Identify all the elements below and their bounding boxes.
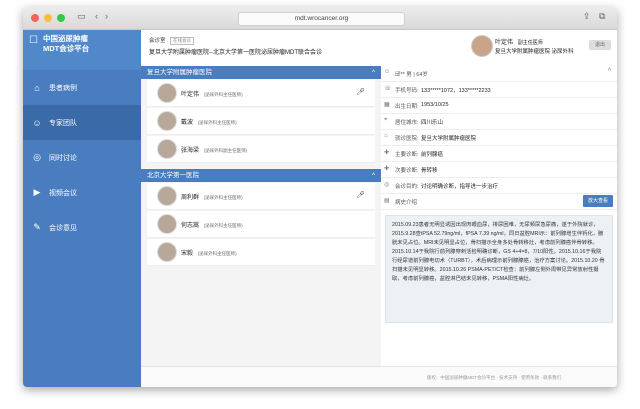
chevron-up-icon[interactable]: ^ — [608, 68, 611, 75]
doctor-hospital: 复旦大学附属肿瘤医院 泌尿外科 — [495, 49, 574, 55]
patient-summary-row[interactable]: ☺ 邱** 男 | 64岁 ^ — [381, 66, 617, 82]
doctor-title: 副主任医师 — [517, 40, 543, 46]
maximize-window-button[interactable] — [57, 14, 65, 22]
logo-icon: ☐ — [29, 35, 38, 46]
opinion-icon: ✎ — [33, 222, 41, 232]
member-title: (泌尿外科副主任医师) — [203, 148, 248, 153]
zoom-view-button[interactable]: 放大查看 — [583, 195, 613, 207]
member-name: 张海梁 (泌尿外科副主任医师) — [181, 148, 248, 154]
expert-team-icon: ☺ — [32, 117, 42, 128]
discussion-icon: ◎ — [33, 152, 41, 162]
avatar — [157, 111, 177, 131]
window-controls — [31, 14, 65, 22]
browser-titlebar: ▭ ‹ › mdt.wrocancer.org ⇪ ⧉ — [23, 7, 617, 30]
avatar — [157, 139, 177, 159]
member-title: (泌尿外科主任医师) — [203, 92, 243, 97]
document-icon: ▤ — [384, 198, 390, 204]
tabs-icon[interactable]: ⧉ — [599, 11, 605, 22]
detail-row: ◎ 会诊目的: 讨论明确诊断，指导进一步治疗 — [381, 178, 617, 194]
avatar — [471, 35, 493, 57]
member-name: 叶定伟 (泌尿外科主任医师) — [181, 92, 243, 98]
list-item[interactable]: 叶定伟 (泌尿外科主任医师) 🎤︎ — [147, 80, 375, 107]
detail-row: ⌖ 居住城市: 四川乐山 — [381, 114, 617, 130]
group-header[interactable]: 复旦大学附属肿瘤医院 ^ — [141, 66, 381, 79]
sidebar-item-label: 视频会议 — [49, 189, 77, 197]
detail-row: ⌂ 就诊医院: 复旦大学附属肿瘤医院 — [381, 130, 617, 146]
room-label: 会诊室 在线会诊 — [149, 36, 195, 45]
user-icon: ☺ — [384, 69, 391, 75]
list-item[interactable]: 宋毅 (泌尿外科主任医师) — [147, 239, 375, 266]
close-window-button[interactable] — [31, 14, 39, 22]
sidebar-item-label: 会诊意见 — [49, 224, 77, 232]
browser-window: ▭ ‹ › mdt.wrocancer.org ⇪ ⧉ ☐ 中国泌尿肿瘤 MDT… — [23, 7, 617, 387]
sidebar-item-label: 专家团队 — [49, 119, 77, 127]
sidebar-item-label: 同时讨论 — [49, 154, 77, 162]
room-tag: 在线会诊 — [170, 37, 195, 45]
video-icon: ▶ — [33, 187, 41, 197]
sidebar-item-discussion[interactable]: ◎ 同时讨论 — [23, 140, 141, 175]
header: 会诊室 在线会诊 复旦大学附属肿瘤医院--北京大学第一医院泌尿肿瘤MDT联合会诊… — [141, 30, 617, 67]
avatar — [157, 186, 177, 206]
microphone-icon: 🎤︎ — [356, 89, 365, 96]
target-icon: ◎ — [384, 182, 390, 188]
detail-row: ☏ 手机号码: 133*****1072，133*****2233 — [381, 82, 617, 98]
footer-text: 版权：中国泌尿肿瘤MDT会诊平台 · 技术支持 · 使用条款 · 联系我们 — [426, 375, 562, 380]
forward-icon[interactable]: › — [105, 11, 108, 21]
hospital-icon: ⌂ — [384, 133, 388, 139]
sidebar-item-label: 患者病例 — [49, 84, 77, 92]
diagnosis-icon: ✚ — [384, 150, 390, 156]
list-item[interactable]: 周利群 (泌尿外科主任医师) 🎤︎ — [147, 183, 375, 210]
member-name: 宋毅 (泌尿外科主任医师) — [181, 251, 237, 257]
back-icon[interactable]: ‹ — [95, 11, 98, 21]
doctor-name: 叶定伟 副主任医师 — [495, 40, 543, 46]
sidebar: ☐ 中国泌尿肿瘤 MDT会诊平台 ⌂ 患者病例 ☺ 专家团队 ◎ 同时讨论 ▶ … — [23, 30, 141, 387]
brand-line1: 中国泌尿肿瘤 — [43, 34, 88, 43]
list-item[interactable]: 戴波 (泌尿外科主任医师) — [147, 108, 375, 135]
patient-detail-panel: ☺ 邱** 男 | 64岁 ^ ☏ 手机号码: 133*****1072，133… — [381, 66, 617, 366]
microphone-icon: 🎤︎ — [356, 192, 365, 199]
sidebar-item-opinion[interactable]: ✎ 会诊意见 — [23, 210, 141, 245]
medical-history-text: 2015.09.23患者无明显诱因出现肉眼血尿，排尿困难，无尿频尿急尿痛，遂于外… — [385, 215, 613, 323]
brand-line2: MDT会诊平台 — [43, 44, 90, 53]
phone-icon: ☏ — [384, 86, 392, 92]
member-name: 周利群 (泌尿外科主任医师) — [181, 195, 243, 201]
detail-row: ✚ 主要诊断: 前列腺癌 — [381, 146, 617, 162]
member-name: 何志嵩 (泌尿外科主任医师) — [181, 223, 243, 229]
sidebar-item-patient-records[interactable]: ⌂ 患者病例 — [23, 70, 141, 105]
member-name: 戴波 (泌尿外科主任医师) — [181, 120, 237, 126]
footer: 版权：中国泌尿肿瘤MDT会诊平台 · 技术支持 · 使用条款 · 联系我们 — [141, 366, 617, 387]
history-row: ▤ 病史介绍 放大查看 — [381, 194, 617, 210]
mdt-app: ☐ 中国泌尿肿瘤 MDT会诊平台 ⌂ 患者病例 ☺ 专家团队 ◎ 同时讨论 ▶ … — [23, 30, 617, 387]
detail-row: ✚ 次要诊断: 骨转移 — [381, 162, 617, 178]
chevron-up-icon: ^ — [371, 172, 375, 179]
sidebar-toggle-icon[interactable]: ▭ — [77, 11, 86, 22]
patient-summary: 邱** 男 | 64岁 — [395, 72, 428, 78]
sidebar-item-video[interactable]: ▶ 视频会议 — [23, 175, 141, 210]
list-item[interactable]: 何志嵩 (泌尿外科主任医师) — [147, 211, 375, 238]
sidebar-item-expert-team[interactable]: ☺ 专家团队 — [23, 105, 141, 140]
logout-button[interactable]: 退出 — [589, 40, 611, 50]
member-title: (泌尿外科主任医师) — [197, 120, 237, 125]
list-item[interactable]: 张海梁 (泌尿外科副主任医师) — [147, 136, 375, 163]
member-title: (泌尿外科主任医师) — [203, 195, 243, 200]
member-title: (泌尿外科主任医师) — [203, 223, 243, 228]
minimize-window-button[interactable] — [44, 14, 52, 22]
meeting-title: 复旦大学附属肿瘤医院--北京大学第一医院泌尿肿瘤MDT联合会诊 — [149, 50, 322, 56]
patient-record-icon: ⌂ — [34, 82, 40, 93]
location-icon: ⌖ — [384, 117, 388, 123]
group-header[interactable]: 北京大学第一医院 ^ — [141, 169, 381, 182]
brand: ☐ 中国泌尿肿瘤 MDT会诊平台 — [23, 30, 141, 70]
address-bar[interactable]: mdt.wrocancer.org — [238, 12, 405, 26]
avatar — [157, 242, 177, 262]
secondary-icon: ✚ — [384, 166, 390, 172]
expert-team-panel: 复旦大学附属肿瘤医院 ^ 叶定伟 (泌尿外科主任医师) 🎤︎ 戴波 (泌尿外科主… — [141, 66, 381, 366]
share-icon[interactable]: ⇪ — [583, 11, 591, 22]
member-title: (泌尿外科主任医师) — [197, 251, 237, 256]
calendar-icon: ▦ — [384, 102, 390, 108]
avatar — [157, 83, 177, 103]
detail-row: ▦ 出生日期: 1953/10/25 — [381, 98, 617, 114]
avatar — [157, 214, 177, 234]
chevron-up-icon: ^ — [371, 69, 375, 76]
